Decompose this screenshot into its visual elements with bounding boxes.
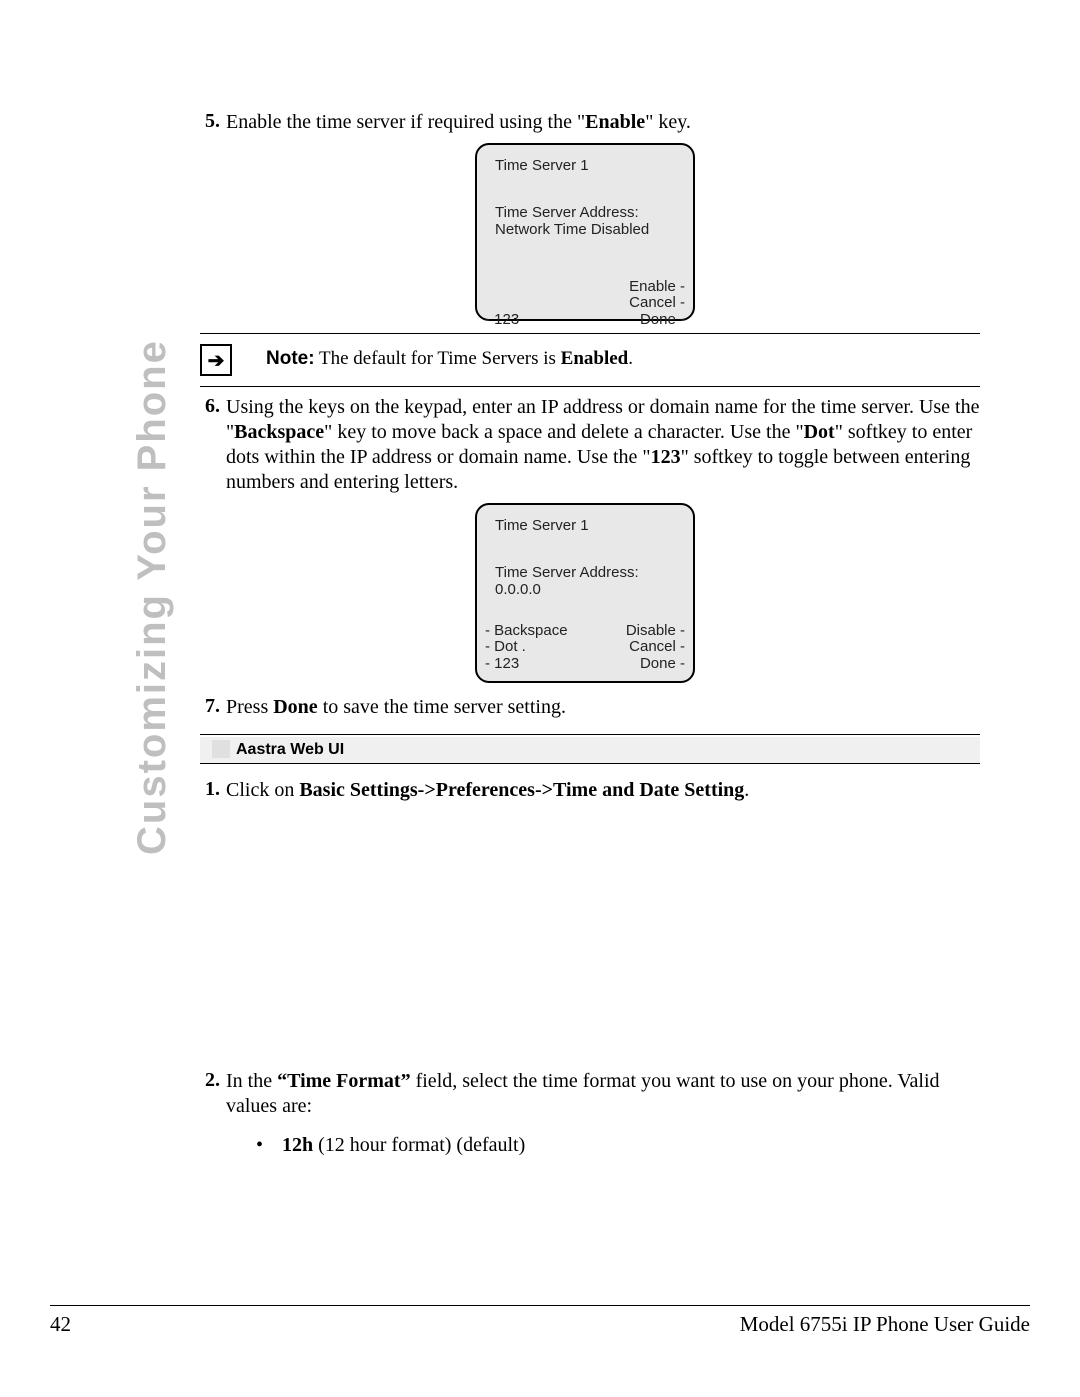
page-number: 42 xyxy=(50,1312,71,1337)
softkey: - 123 xyxy=(485,656,568,673)
web-step-1: 1. Click on Basic Settings->Preferences-… xyxy=(190,778,980,803)
page-footer: 42 Model 6755i IP Phone User Guide xyxy=(50,1305,1030,1337)
bullet-text: 12h (12 hour format) (default) xyxy=(282,1133,525,1158)
softkey: Done - xyxy=(629,312,685,329)
divider xyxy=(200,333,980,334)
note-label: Note: xyxy=(266,348,315,369)
step-number: 1. xyxy=(190,778,226,803)
page: Customizing Your Phone 5. Enable the tim… xyxy=(0,0,1080,1397)
bold-text: 12h xyxy=(282,1134,313,1156)
bold-text: Enable xyxy=(585,111,645,133)
step-text: Click on Basic Settings->Preferences->Ti… xyxy=(226,778,980,803)
text: . xyxy=(744,779,749,801)
softkey: Done - xyxy=(626,656,685,673)
step-6: 6. Using the keys on the keypad, enter a… xyxy=(190,395,980,495)
softkey: - Dot . xyxy=(485,639,568,656)
screen-mid: Time Server Address: Network Time Disabl… xyxy=(495,204,685,239)
step-number: 7. xyxy=(190,695,226,720)
screen-left: - Backspace - Dot . - 123 xyxy=(485,623,568,673)
step-5: 5. Enable the time server if required us… xyxy=(190,110,980,135)
note-text: Note: The default for Time Servers is En… xyxy=(266,344,633,370)
screen-bottom: - Backspace - Dot . - 123 Disable - Canc… xyxy=(485,623,685,673)
text: Enable the time server if required using… xyxy=(226,111,585,133)
screen-line: 0.0.0.0 xyxy=(495,581,685,598)
screen-left: - 123 xyxy=(485,279,519,329)
footer-title: Model 6755i IP Phone User Guide xyxy=(740,1312,1030,1337)
step-7: 7. Press Done to save the time server se… xyxy=(190,695,980,720)
text: In the xyxy=(226,1070,277,1092)
side-heading: Customizing Your Phone xyxy=(130,339,175,855)
bold-text: Enabled xyxy=(561,348,629,369)
text: The default for Time Servers is xyxy=(315,348,561,369)
text: " key. xyxy=(645,111,691,133)
text: to save the time server setting. xyxy=(318,696,566,718)
bold-text: “Time Format” xyxy=(277,1070,411,1092)
step-text: Enable the time server if required using… xyxy=(226,110,980,135)
screen-line: Time Server Address: xyxy=(495,204,685,221)
softkey: - Backspace xyxy=(485,623,568,640)
bullet-row: • 12h (12 hour format) (default) xyxy=(190,1125,980,1158)
phone-screen-1: Time Server 1 Time Server Address: Netwo… xyxy=(475,143,695,321)
step-text: Press Done to save the time server setti… xyxy=(226,695,980,720)
bold-text: 123 xyxy=(651,446,681,468)
softkey: Cancel - xyxy=(629,295,685,312)
screen-mid: Time Server Address: 0.0.0.0 xyxy=(495,564,685,599)
step-text: Using the keys on the keypad, enter an I… xyxy=(226,395,980,495)
web-step-2: 2. In the “Time Format” field, select th… xyxy=(190,1069,980,1119)
bullet-icon: • xyxy=(256,1133,282,1158)
note-row: ➔ Note: The default for Time Servers is … xyxy=(200,344,980,376)
text: " key to move back a space and delete a … xyxy=(324,421,803,443)
step-number: 6. xyxy=(190,395,226,495)
step-number: 2. xyxy=(190,1069,226,1119)
screen-line: Time Server Address: xyxy=(495,564,685,581)
screen-bottom: - 123 Enable - Cancel - Done - xyxy=(485,279,685,329)
phone-screen-2: Time Server 1 Time Server Address: 0.0.0… xyxy=(475,503,695,683)
step-number: 5. xyxy=(190,110,226,135)
divider xyxy=(200,386,980,387)
spacer xyxy=(190,1125,226,1158)
text: Click on xyxy=(226,779,299,801)
bold-text: Backspace xyxy=(234,421,324,443)
step-text: In the “Time Format” field, select the t… xyxy=(226,1069,980,1119)
screen-right: Enable - Cancel - Done - xyxy=(629,279,685,329)
screen-right: Disable - Cancel - Done - xyxy=(626,623,685,673)
softkey: Disable - xyxy=(626,623,685,640)
main-content: 5. Enable the time server if required us… xyxy=(190,110,980,1164)
softkey: - 123 xyxy=(485,312,519,329)
screen2-wrap: Time Server 1 Time Server Address: 0.0.0… xyxy=(190,503,980,683)
section-bar: Aastra Web UI xyxy=(200,734,980,766)
text: (12 hour format) (default) xyxy=(313,1134,525,1156)
bold-text: Dot xyxy=(804,421,835,443)
arrow-right-icon: ➔ xyxy=(200,344,232,376)
text: Press xyxy=(226,696,273,718)
screen-title: Time Server 1 xyxy=(495,157,685,174)
bold-text: Basic Settings->Preferences->Time and Da… xyxy=(299,779,744,801)
softkey: Enable - xyxy=(629,279,685,296)
screen-title: Time Server 1 xyxy=(495,517,685,534)
text: . xyxy=(628,348,633,369)
screen-line: Network Time Disabled xyxy=(495,221,685,238)
spacer xyxy=(190,809,980,1069)
bold-text: Done xyxy=(273,696,317,718)
screen1-wrap: Time Server 1 Time Server Address: Netwo… xyxy=(190,143,980,321)
section-bar-label: Aastra Web UI xyxy=(236,741,344,758)
softkey: Cancel - xyxy=(626,639,685,656)
bullet-body: • 12h (12 hour format) (default) xyxy=(226,1125,980,1158)
